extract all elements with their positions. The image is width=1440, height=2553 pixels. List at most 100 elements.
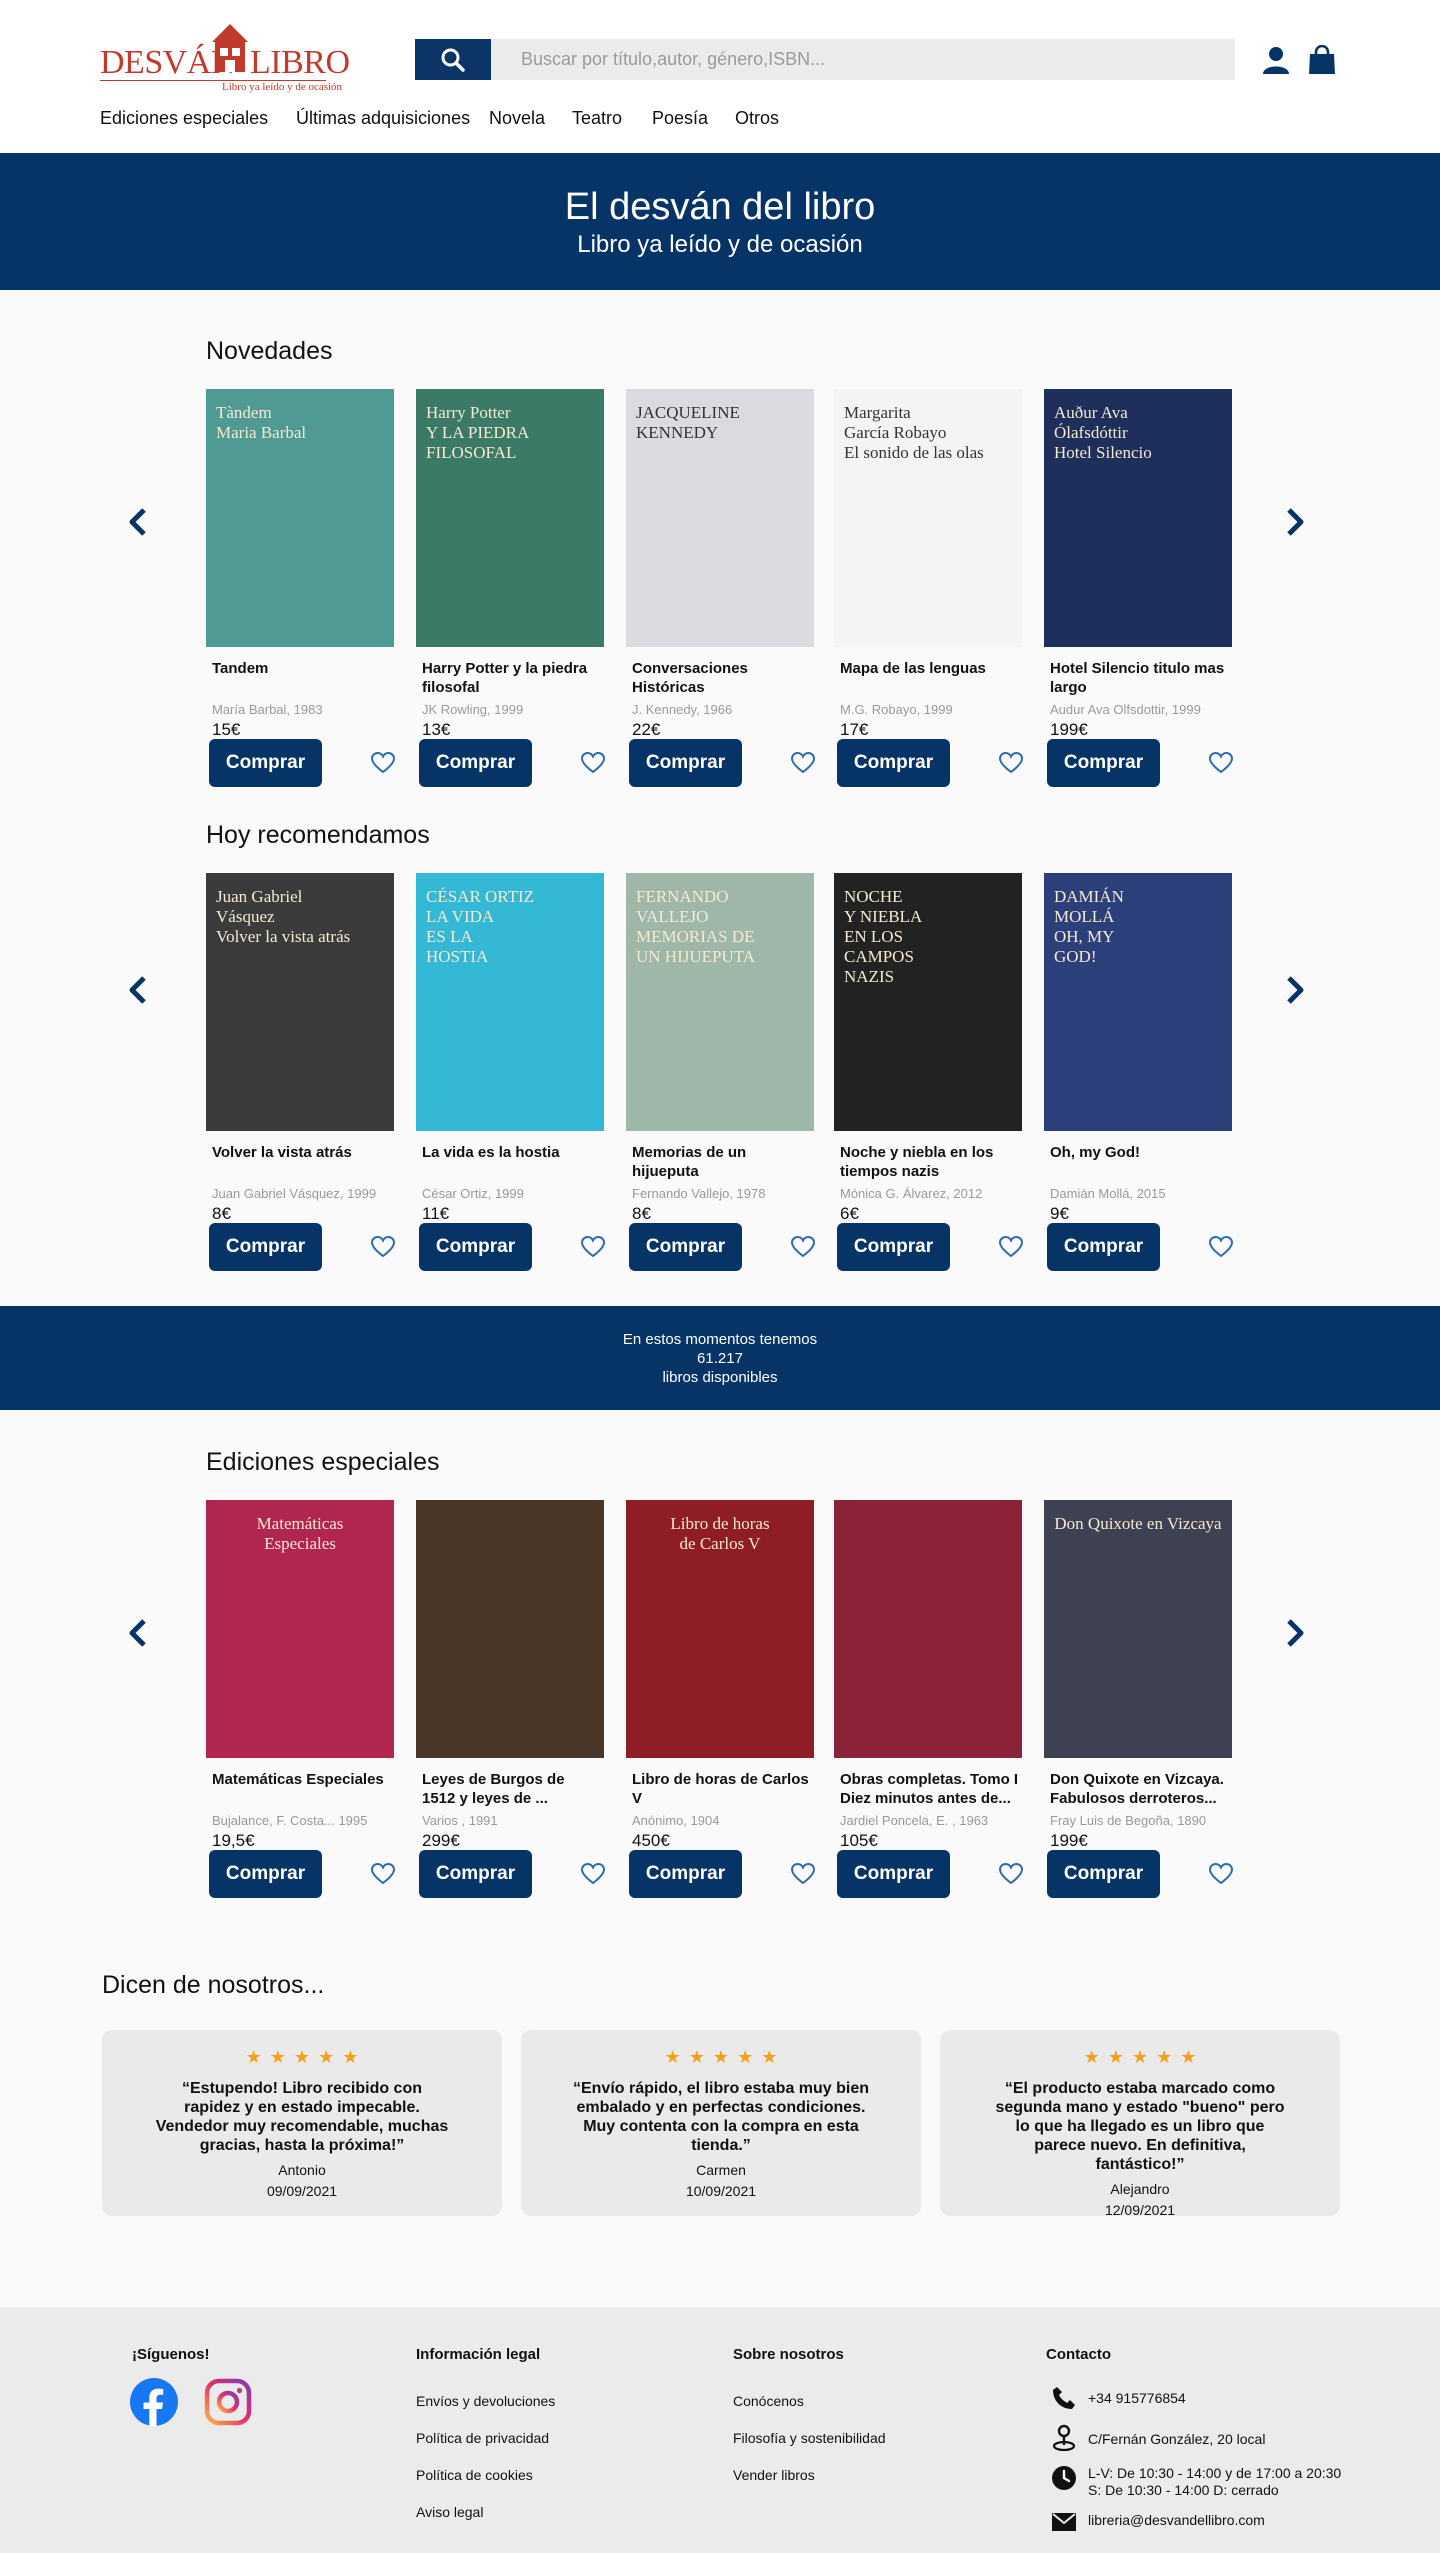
search-input[interactable] [491,39,1235,80]
footer-follow-title: ¡Síguenos! [132,2346,210,2363]
site-logo[interactable]: DESVÁN LIBRO Libro ya leído y de ocasión [100,20,350,94]
buy-button[interactable]: Comprar [209,1850,322,1898]
book-card: Don Quixote en Vizcaya Don Quixote en Viz… [1042,1500,1234,1910]
nav-item-ediciones-especiales[interactable]: Ediciones especiales [100,108,268,129]
book-title[interactable]: Noche y niebla en los tiempos nazis [840,1143,1020,1181]
nav-item-poesia[interactable]: Poesía [652,108,708,129]
book-title[interactable]: Memorias de un hijueputa [632,1143,812,1181]
buy-button[interactable]: Comprar [209,1223,322,1271]
book-cover[interactable]: Libro de horas de Carlos V [626,1500,814,1758]
carousel-next-button[interactable] [1275,502,1315,542]
book-card: Juan Gabriel Vásquez Volver la vista atr… [204,873,396,1283]
nav-item-otros[interactable]: Otros [735,108,779,129]
carousel-prev-button[interactable] [118,1613,158,1653]
heart-icon[interactable] [998,751,1024,775]
heart-icon[interactable] [580,751,606,775]
buy-button[interactable]: Comprar [629,1850,742,1898]
book-cover[interactable]: JACQUELINE KENNEDY [626,389,814,647]
book-cover-text: Juan Gabriel Vásquez Volver la vista atr… [216,887,351,946]
buy-button[interactable]: Comprar [209,739,322,787]
book-price: 199€ [1050,1831,1088,1850]
book-title[interactable]: Matemáticas Especiales [212,1770,392,1789]
contact-phone[interactable]: +34 915776854 [1048,2384,1186,2412]
book-cover[interactable] [834,1500,1022,1758]
book-cover[interactable]: DAMIÁN MOLLÁ OH, MY GOD! [1044,873,1232,1131]
book-author-year: JK Rowling, 1999 [422,702,524,717]
heart-icon[interactable] [790,751,816,775]
buy-button[interactable]: Comprar [1047,739,1160,787]
carousel-next-button[interactable] [1275,1613,1315,1653]
review-card: ★★★★★ “Envío rápido, el libro estaba muy… [521,2030,921,2216]
carousel-next-button[interactable] [1275,970,1315,1010]
buy-button[interactable]: Comprar [837,739,950,787]
book-cover[interactable]: Margarita García Robayo El sonido de las… [834,389,1022,647]
buy-button[interactable]: Comprar [629,739,742,787]
heart-icon[interactable] [790,1235,816,1259]
buy-button[interactable]: Comprar [837,1850,950,1898]
heart-icon[interactable] [1208,1235,1234,1259]
book-title[interactable]: La vida es la hostia [422,1143,602,1162]
rating-stars: ★★★★★ [664,2047,786,2067]
book-title[interactable]: Obras completas. Tomo I Diez minutos ant… [840,1770,1020,1808]
carousel-prev-button[interactable] [118,502,158,542]
buy-button[interactable]: Comprar [419,1223,532,1271]
footer-link-envios[interactable]: Envíos y devoluciones [416,2393,555,2409]
mail-icon [1048,2508,1080,2536]
book-title[interactable]: Volver la vista atrás [212,1143,392,1162]
search-button[interactable] [415,39,491,80]
heart-icon[interactable] [790,1862,816,1886]
book-title[interactable]: Mapa de las lenguas [840,659,1020,678]
book-title[interactable]: Tandem [212,659,392,678]
book-cover[interactable]: Tàndem Maria Barbal [206,389,394,647]
book-cover-text: JACQUELINE KENNEDY [636,403,740,442]
book-title[interactable]: Don Quixote en Vizcaya. Fabulosos derrot… [1050,1770,1230,1808]
book-cover[interactable]: Harry Potter Y LA PIEDRA FILOSOFAL [416,389,604,647]
heart-icon[interactable] [370,751,396,775]
heart-icon[interactable] [1208,1862,1234,1886]
buy-button[interactable]: Comprar [419,1850,532,1898]
buy-button[interactable]: Comprar [629,1223,742,1271]
cart-button[interactable] [1306,44,1338,76]
carousel-prev-button[interactable] [118,970,158,1010]
facebook-icon[interactable] [130,2378,178,2426]
contact-email[interactable]: libreria@desvandellibro.com [1048,2508,1265,2536]
footer-link-conocenos[interactable]: Conócenos [733,2393,804,2409]
nav-item-ultimas-adquisiciones[interactable]: Últimas adquisiciones [296,108,470,129]
instagram-icon[interactable] [204,2378,252,2426]
book-title[interactable]: Harry Potter y la piedra filosofal [422,659,602,697]
book-title[interactable]: Hotel Silencio titulo mas largo [1050,659,1230,697]
book-cover[interactable]: Auður Ava Ólafsdóttir Hotel Silencio [1044,389,1232,647]
book-cover[interactable]: Matemáticas Especiales [206,1500,394,1758]
buy-button[interactable]: Comprar [419,739,532,787]
book-title[interactable]: Leyes de Burgos de 1512 y leyes de ... [422,1770,602,1808]
heart-icon[interactable] [370,1235,396,1259]
book-author-year: Juan Gabriel Vásquez, 1999 [212,1186,377,1201]
book-cover[interactable]: CÉSAR ORTIZ LA VIDA ES LA HOSTIA [416,873,604,1131]
nav-item-novela[interactable]: Novela [489,108,545,129]
book-title[interactable]: Conversaciones Históricas [632,659,812,697]
footer-link-aviso-legal[interactable]: Aviso legal [416,2504,483,2520]
buy-button[interactable]: Comprar [1047,1223,1160,1271]
account-button[interactable] [1260,44,1292,76]
heart-icon[interactable] [998,1235,1024,1259]
buy-button[interactable]: Comprar [1047,1850,1160,1898]
book-cover[interactable] [416,1500,604,1758]
heart-icon[interactable] [998,1862,1024,1886]
book-cover[interactable]: NOCHE Y NIEBLA EN LOS CAMPOS NAZIS [834,873,1022,1131]
book-cover[interactable]: FERNANDO VALLEJO MEMORIAS DE UN HIJUEPUT… [626,873,814,1131]
footer-link-privacidad[interactable]: Política de privacidad [416,2430,549,2446]
book-title[interactable]: Oh, my God! [1050,1143,1230,1162]
heart-icon[interactable] [370,1862,396,1886]
footer-link-vender[interactable]: Vender libros [733,2467,815,2483]
nav-item-teatro[interactable]: Teatro [572,108,622,129]
book-cover[interactable]: Don Quixote en Vizcaya [1044,1500,1232,1758]
heart-icon[interactable] [580,1235,606,1259]
logo-tagline: Libro ya leído y de ocasión [222,81,343,93]
heart-icon[interactable] [1208,751,1234,775]
footer-link-cookies[interactable]: Política de cookies [416,2467,533,2483]
footer-link-filosofia[interactable]: Filosofía y sostenibilidad [733,2430,886,2446]
book-cover[interactable]: Juan Gabriel Vásquez Volver la vista atr… [206,873,394,1131]
heart-icon[interactable] [580,1862,606,1886]
buy-button[interactable]: Comprar [837,1223,950,1271]
book-title[interactable]: Libro de horas de Carlos V [632,1770,812,1808]
